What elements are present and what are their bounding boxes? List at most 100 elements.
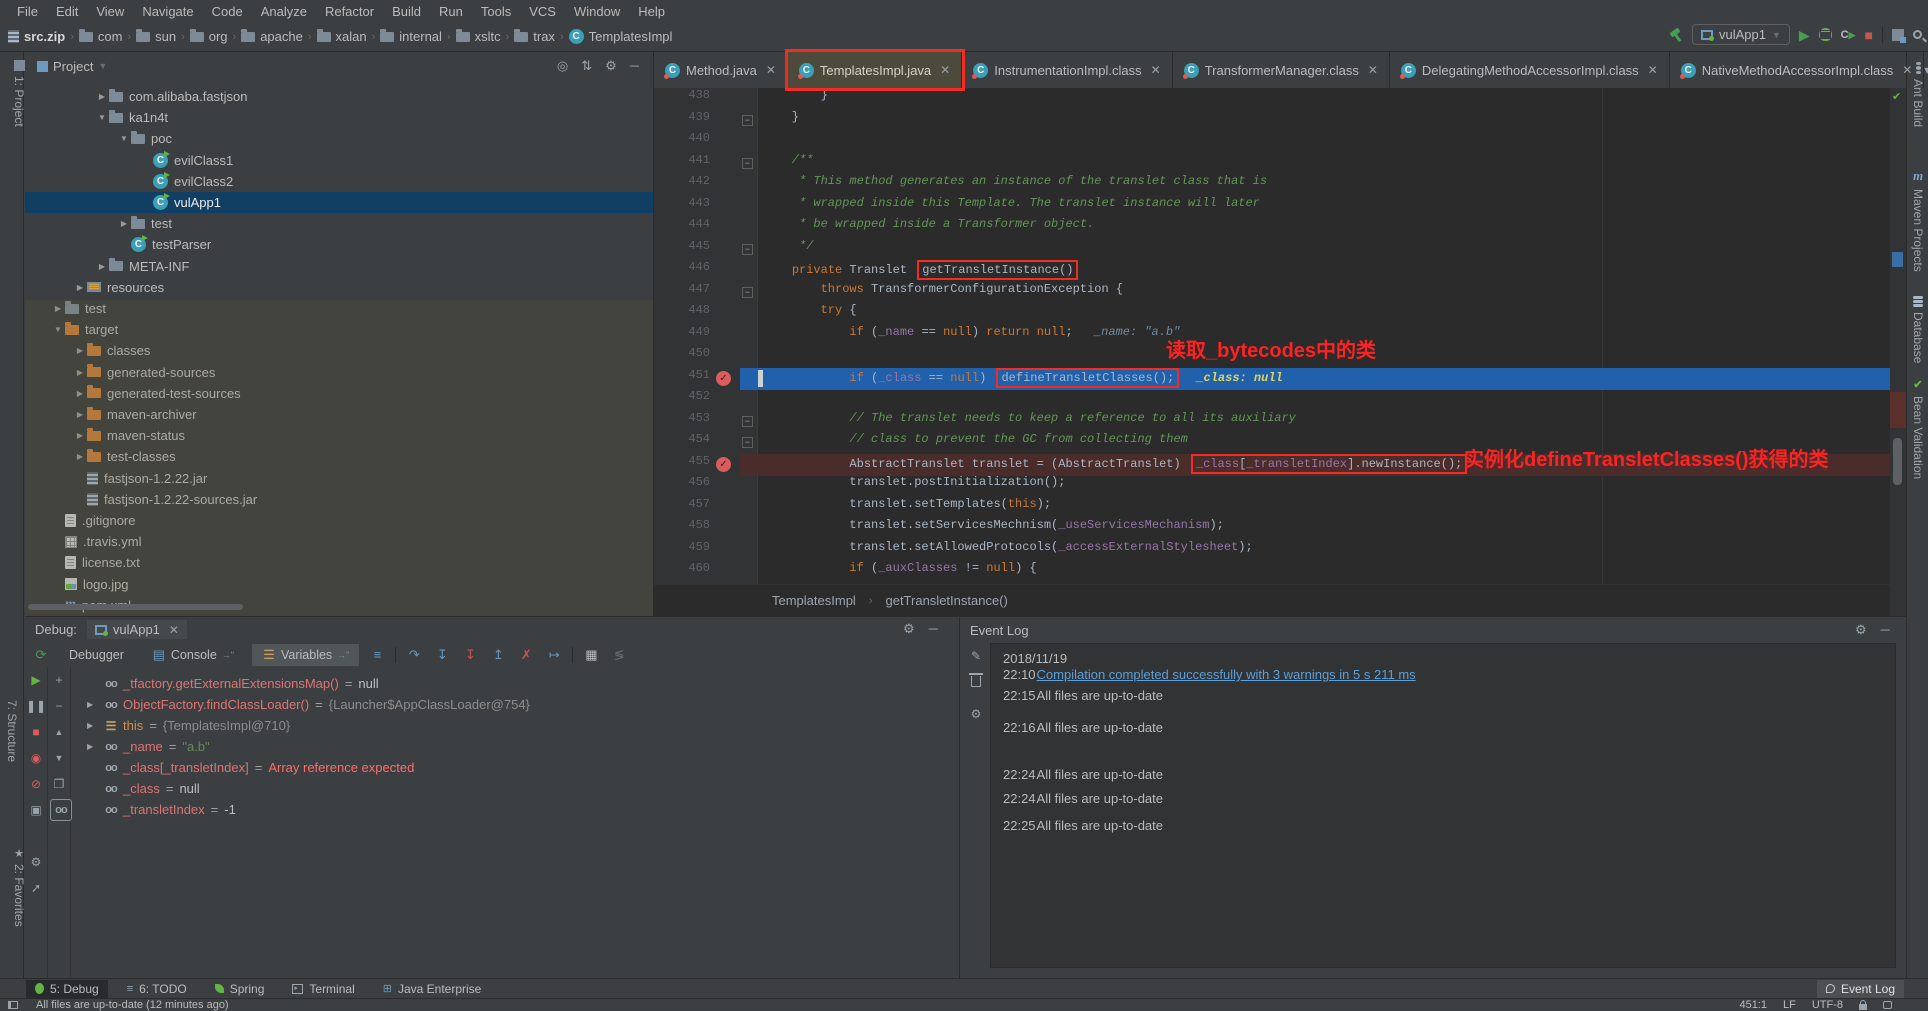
breakpoint-icon[interactable]: ✓	[716, 457, 731, 472]
menu-item-view[interactable]: View	[87, 4, 133, 19]
tree-item-evilClass1[interactable]: CevilClass1	[25, 150, 653, 171]
toolwindow-tab-6-todo[interactable]: ≡6: TODO	[118, 980, 196, 998]
hide-panel-icon[interactable]: ─	[1881, 622, 1890, 638]
tab-debugger[interactable]: Debugger	[59, 645, 134, 665]
line-number[interactable]: 440	[654, 131, 710, 145]
settings-icon[interactable]: ≶	[609, 647, 629, 663]
tree-item-logo.jpg[interactable]: logo.jpg	[25, 574, 653, 595]
editor-tab-DelegatingMethodAccessorImpl.class[interactable]: CDelegatingMethodAccessorImpl.class✕	[1390, 52, 1670, 88]
horizontal-scrollbar[interactable]	[28, 604, 243, 610]
line-separator[interactable]: LF	[1783, 999, 1796, 1011]
breakpoint-icon[interactable]: ✓	[716, 371, 731, 386]
expand-arrow-icon[interactable]: ▶	[87, 721, 99, 730]
tab-variables[interactable]: ☰ Variables →"	[252, 644, 359, 666]
tree-arrow-icon[interactable]: ▶	[73, 368, 87, 377]
toolwindow-maven-projects-button[interactable]: mMaven Projects	[1907, 168, 1928, 272]
line-number[interactable]: 438	[654, 88, 710, 102]
editor-breadcrumb-item[interactable]: TemplatesImpl	[772, 593, 856, 608]
expand-arrow-icon[interactable]: ▶	[87, 700, 99, 709]
copy-icon[interactable]: ❐	[48, 771, 70, 797]
tree-arrow-icon[interactable]: ▶	[73, 283, 87, 292]
breadcrumb-item-trax[interactable]: trax	[514, 29, 555, 44]
resume-icon[interactable]: ▶	[25, 667, 47, 693]
toolwindow-database-button[interactable]: Database	[1907, 296, 1928, 363]
gear-icon[interactable]: ⚙	[1855, 622, 1867, 638]
watch-row-ObjectFactory.findClassLoader()[interactable]: ▶ooObjectFactory.findClassLoader()={Laun…	[71, 694, 959, 715]
toolwindow-tab-terminal[interactable]: ▸Terminal	[283, 980, 363, 998]
stripe-mark-breakpoint[interactable]	[1890, 392, 1906, 428]
editor-tab-InstrumentationImpl.class[interactable]: CInstrumentationImpl.class✕	[962, 52, 1172, 88]
tree-item-evilClass2[interactable]: CevilClass2	[25, 171, 653, 192]
clear-all-icon[interactable]	[966, 673, 986, 690]
breadcrumb-item-org[interactable]: org	[190, 29, 228, 44]
hidden-tabs-count[interactable]: ▾≡4	[1924, 63, 1928, 77]
fold-marker-icon[interactable]: −	[742, 287, 753, 298]
breadcrumb-item-apache[interactable]: apache	[241, 29, 303, 44]
step-over-icon[interactable]: ↷	[404, 647, 424, 663]
tree-arrow-icon[interactable]: ▼	[51, 325, 65, 334]
restore-layout-icon[interactable]: ▣	[25, 797, 47, 823]
stop-icon[interactable]: ■	[25, 719, 47, 745]
file-encoding[interactable]: UTF-8	[1812, 999, 1843, 1011]
menu-item-vcs[interactable]: VCS	[520, 4, 565, 19]
move-up-icon[interactable]: ▲	[48, 719, 70, 745]
drop-frame-icon[interactable]: ✗	[516, 647, 536, 663]
watch-row-this[interactable]: ▶☰this={TemplatesImpl@710}	[71, 715, 959, 736]
watch-row-_transletIndex[interactable]: oo_transletIndex=-1	[71, 799, 959, 820]
evaluate-expression-icon[interactable]: ▦	[581, 647, 601, 663]
breadcrumb-item-xalan[interactable]: xalan	[317, 29, 367, 44]
line-number[interactable]: 444	[654, 217, 710, 231]
close-icon[interactable]: ✕	[766, 63, 776, 77]
tree-item-vulApp1[interactable]: CvulApp1	[25, 192, 653, 213]
line-number[interactable]: 447	[654, 282, 710, 296]
toolwindow-tab-spring[interactable]: Spring	[206, 980, 274, 998]
tree-item-.gitignore[interactable]: .gitignore	[25, 510, 653, 531]
editor-tab-TransformerManager.class[interactable]: CTransformerManager.class✕	[1173, 52, 1390, 88]
close-icon[interactable]: ✕	[1902, 63, 1912, 77]
line-number[interactable]: 459	[654, 540, 710, 554]
breadcrumb-item-sun[interactable]: sun	[136, 29, 176, 44]
pin-icon[interactable]: ➚	[25, 875, 47, 901]
line-number[interactable]: 460	[654, 561, 710, 575]
editor-scrollbar-thumb[interactable]	[1893, 438, 1902, 485]
menu-item-code[interactable]: Code	[203, 4, 252, 19]
tree-item-poc[interactable]: ▼poc	[25, 128, 653, 149]
menu-item-window[interactable]: Window	[565, 4, 629, 19]
tree-arrow-icon[interactable]: ▶	[73, 452, 87, 461]
tree-item-generated-sources[interactable]: ▶generated-sources	[25, 362, 653, 383]
watch-row-_class[interactable]: oo_class=null	[71, 778, 959, 799]
tree-arrow-icon[interactable]: ▶	[73, 346, 87, 355]
fold-marker-icon[interactable]: −	[742, 416, 753, 427]
force-step-into-icon[interactable]: ↧	[460, 647, 480, 663]
gear-icon[interactable]: ⚙	[903, 621, 915, 637]
build-hammer-icon[interactable]	[1669, 28, 1683, 42]
stop-button[interactable]: ■	[1865, 28, 1873, 42]
tree-item-ka1n4t[interactable]: ▼ka1n4t	[25, 107, 653, 128]
breadcrumb-item-src.zip[interactable]: src.zip	[8, 29, 65, 44]
search-icon[interactable]	[1913, 30, 1922, 39]
watch-row-_tfactory.getExternalExtensionsMap()[interactable]: oo_tfactory.getExternalExtensionsMap()=n…	[71, 673, 959, 694]
debug-session-tab[interactable]: vulApp1 ✕	[87, 620, 187, 639]
line-number[interactable]: 439	[654, 110, 710, 124]
tree-item-test-classes[interactable]: ▶test-classes	[25, 446, 653, 467]
menu-item-edit[interactable]: Edit	[47, 4, 87, 19]
expand-arrow-icon[interactable]: ▶	[87, 742, 99, 751]
editor-tab-NativeMethodAccessorImpl.class[interactable]: CNativeMethodAccessorImpl.class✕	[1670, 52, 1925, 88]
fold-marker-icon[interactable]: −	[742, 115, 753, 126]
close-icon[interactable]: ✕	[1648, 63, 1658, 77]
tree-item-target[interactable]: ▼target	[25, 319, 653, 340]
tree-item-maven-status[interactable]: ▶maven-status	[25, 425, 653, 446]
line-number[interactable]: 454	[654, 432, 710, 446]
fold-marker-icon[interactable]: −	[742, 158, 753, 169]
menu-item-run[interactable]: Run	[430, 4, 472, 19]
tree-item-classes[interactable]: ▶classes	[25, 340, 653, 361]
line-number[interactable]: 445	[654, 239, 710, 253]
tree-item-fastjson-1.2.22.jar[interactable]: fastjson-1.2.22.jar	[25, 468, 653, 489]
watch-row-_class[_transletIndex][interactable]: oo_class[_transletIndex]=Array reference…	[71, 757, 959, 778]
breadcrumb-item-TemplatesImpl[interactable]: CTemplatesImpl	[569, 29, 673, 44]
tree-item-fastjson-1.2.22-sources.jar[interactable]: fastjson-1.2.22-sources.jar	[25, 489, 653, 510]
tree-arrow-icon[interactable]: ▶	[73, 410, 87, 419]
line-number[interactable]: 448	[654, 303, 710, 317]
mute-breakpoints-icon[interactable]: ⊘	[25, 771, 47, 797]
view-breakpoints-icon[interactable]: ◉	[25, 745, 47, 771]
